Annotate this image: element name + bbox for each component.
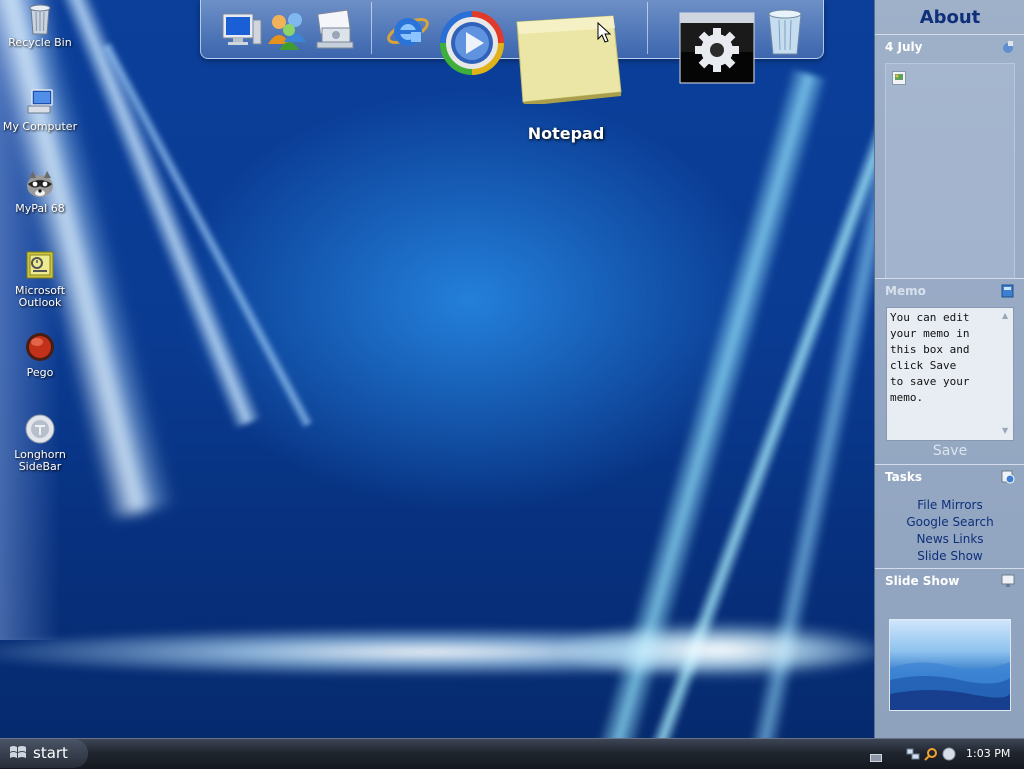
scroll-up-arrow-icon[interactable]: ▲ [1002,311,1008,320]
memo-header: Memo [875,279,1024,303]
desktop-icon-label: Recycle Bin [8,36,72,49]
desktop-icon-pego[interactable]: Pego [0,332,80,379]
internet-explorer-icon [387,18,429,46]
desktop-icon-label: Longhorn SideBar [14,448,66,473]
tasks-header: Tasks [875,465,1024,489]
sidebar-panel: About 4 July Memo You can edit your memo… [874,0,1024,738]
recycle-bin-icon [24,2,56,35]
sidebar-tasks-section: Tasks File Mirrors Google Search News Li… [875,464,1024,569]
start-label: start [33,744,68,762]
start-button[interactable]: start [0,739,88,768]
users-icon [268,13,306,50]
sidebar-date-header: 4 July [875,35,1024,59]
task-link-news-links[interactable]: News Links [875,531,1024,548]
memo-scrollbar[interactable]: ▲ ▼ [1000,309,1012,437]
memo-icon[interactable] [1001,284,1014,298]
wallpaper-glow-band [560,622,880,678]
slideshow-monitor-icon[interactable] [1001,574,1015,587]
memo-label: Memo [885,284,926,298]
calendar-content-area [885,63,1015,279]
tray-search-icon[interactable] [924,746,938,765]
sidebar-slideshow-section: Slide Show [875,568,1024,739]
task-link-file-mirrors[interactable]: File Mirrors [875,497,1024,514]
sidebar-date-section: 4 July [875,34,1024,279]
dock-item-recycle-bin[interactable] [765,6,805,60]
dock-separator [371,2,372,54]
dock-item-network[interactable] [313,8,357,56]
keyboard-icon[interactable] [870,748,882,767]
tasks-label: Tasks [885,470,923,484]
desktop-icon-mypal[interactable]: MyPal 68 [0,168,80,215]
slideshow-image[interactable] [889,619,1011,711]
wallpaper-light-streak [58,0,262,429]
mouse-cursor-icon [597,21,612,48]
pego-icon [24,332,56,364]
broken-image-icon [892,70,906,89]
desktop-icon-label: My Computer [2,120,78,133]
wallpaper-light-streak [591,68,829,738]
computer-icon [24,86,56,118]
slideshow-header: Slide Show [875,569,1024,593]
windows-logo-icon [9,745,27,765]
memo-textarea[interactable]: You can edit your memo in this box and c… [886,307,1014,441]
desktop: Recycle Bin My Computer MyPal 68 Microso… [0,0,1024,738]
desktop-icon-label: Pego [26,366,54,379]
settings-window-icon [679,12,755,84]
dock-separator [647,2,648,54]
memo-text[interactable]: You can edit your memo in this box and c… [887,308,1001,408]
date-label: 4 July [885,40,923,54]
desktop-icon-recycle-bin[interactable]: Recycle Bin [0,2,80,49]
desktop-icon-longhorn-sidebar[interactable]: Longhorn SideBar [0,414,80,473]
network-icon [316,9,354,49]
dock-item-users[interactable] [265,10,311,54]
wallpaper-light-streak [640,107,902,738]
globe-icon[interactable] [1001,40,1014,53]
recycle-bin-icon [768,9,802,55]
tasks-clock-icon[interactable] [1001,470,1015,484]
wallpaper-glow-band [0,628,880,676]
desktop-icon-label: MyPal 68 [15,202,65,215]
taskbar: start 1:03 PM [0,738,1024,769]
desktop-icon-my-computer[interactable]: My Computer [0,86,80,133]
memo-save-button[interactable]: Save [875,443,1024,459]
task-link-google-search[interactable]: Google Search [875,514,1024,531]
computer-icon [222,13,262,45]
dock-item-computer[interactable] [219,10,263,54]
tasks-list: File Mirrors Google Search News Links Sl… [875,497,1024,565]
media-player-icon [440,11,504,75]
desktop-icon-label: Microsoft Outlook [14,284,66,309]
dock-item-media-player[interactable] [439,10,505,80]
slideshow-label: Slide Show [885,574,960,588]
desktop-icon-outlook[interactable]: Microsoft Outlook [0,250,80,309]
scroll-down-arrow-icon[interactable]: ▼ [1002,426,1008,435]
sidebar-title[interactable]: About [875,0,1024,34]
tray-app-icon[interactable] [942,746,956,765]
sidebar-app-icon [24,414,56,446]
dock-bar [200,0,824,106]
tray-network-icon[interactable] [906,746,920,765]
dock-item-internet-explorer[interactable] [385,8,431,58]
wallpaper-light-streak [99,41,315,429]
dock-item-settings-window[interactable] [679,12,755,88]
sidebar-memo-section: Memo You can edit your memo in this box … [875,278,1024,465]
task-link-slide-show[interactable]: Slide Show [875,548,1024,565]
outlook-icon [24,250,56,282]
dock-hover-label: Notepad [527,124,605,143]
tray-clock[interactable]: 1:03 PM [966,747,1010,760]
raccoon-browser-icon [24,168,56,200]
